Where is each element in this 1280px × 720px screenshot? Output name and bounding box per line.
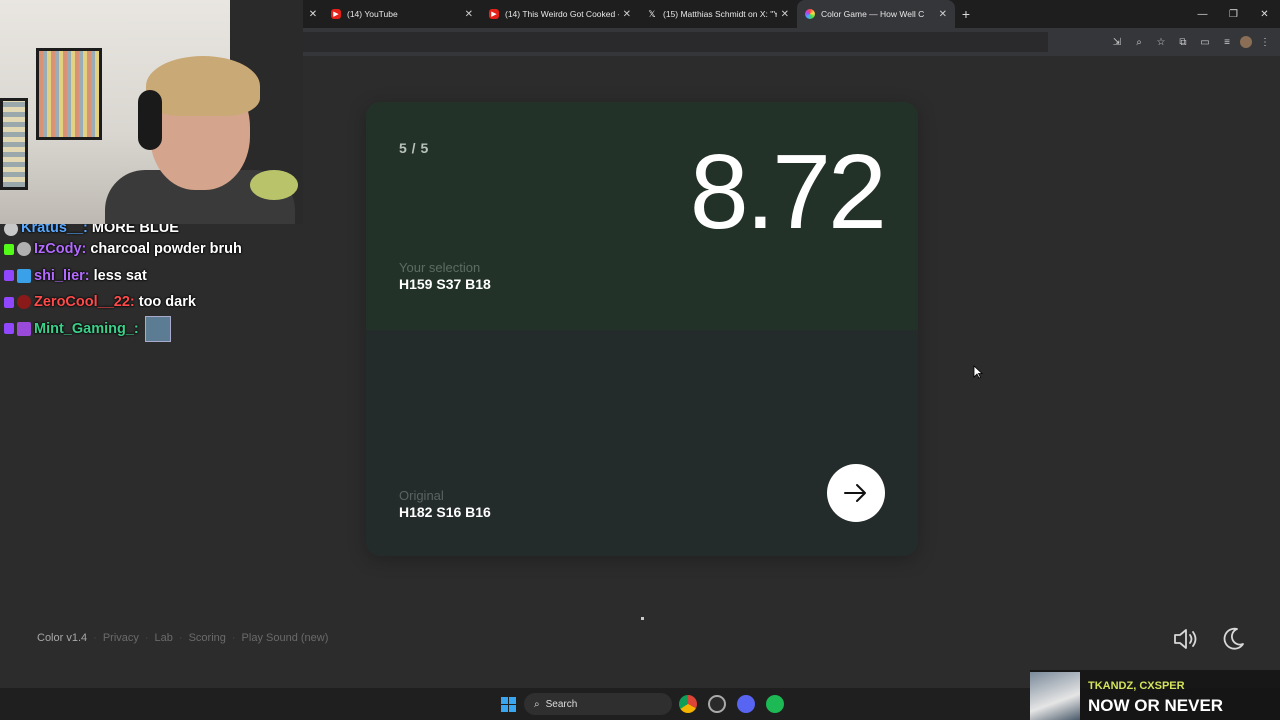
crown-badge-icon bbox=[17, 268, 31, 283]
lab-link[interactable]: Lab bbox=[155, 632, 173, 644]
round-counter: 5 / 5 bbox=[399, 140, 429, 156]
browser-toolbar: ⇲ ⌕ ☆ ⧉ ▭ ≡ ⋮ bbox=[303, 28, 1280, 56]
tab-x-post[interactable]: 𝕏 (15) Matthias Schmidt on X: "Yo ✕ bbox=[639, 0, 797, 28]
close-icon[interactable]: ✕ bbox=[623, 9, 631, 20]
tab-title: (14) This Weirdo Got Cooked - bbox=[505, 9, 619, 19]
page-footer: Color v1.4 · Privacy · Lab · Scoring · P… bbox=[37, 632, 329, 644]
media-controls-icon[interactable]: ≡ bbox=[1218, 33, 1236, 51]
chat-message: IzCody: charcoal powder bruh bbox=[4, 236, 304, 263]
restore-icon[interactable]: ❐ bbox=[1218, 0, 1249, 28]
chat-username: ZeroCool__22: bbox=[34, 294, 135, 311]
emote-image bbox=[144, 315, 171, 342]
tab-youtube[interactable]: ▶ (14) YouTube ✕ bbox=[323, 0, 481, 28]
tab-color-game[interactable]: Color Game — How Well C ✕ bbox=[797, 0, 955, 28]
close-icon[interactable]: ✕ bbox=[781, 9, 789, 20]
tab-title: (14) YouTube bbox=[347, 9, 398, 19]
windows-start-icon[interactable] bbox=[501, 697, 516, 712]
arrow-right-icon bbox=[844, 484, 866, 502]
install-app-icon[interactable]: ⇲ bbox=[1108, 33, 1126, 51]
side-panel-icon[interactable]: ▭ bbox=[1196, 33, 1214, 51]
tab-title: Color Game — How Well C bbox=[821, 9, 925, 19]
subscriber-badge-icon bbox=[17, 295, 31, 310]
version-label: Color v1.4 bbox=[37, 632, 88, 644]
selection-swatch: 5 / 5 8.72 Your selection H159 S37 B18 bbox=[366, 102, 918, 330]
speaker-icon[interactable] bbox=[1172, 626, 1200, 652]
play-sound-link[interactable]: Play Sound (new) bbox=[242, 632, 329, 644]
twitch-badge-icon bbox=[4, 296, 14, 308]
profile-avatar[interactable] bbox=[1240, 36, 1252, 48]
chat-text: less sat bbox=[93, 267, 147, 284]
obs-icon[interactable] bbox=[708, 695, 726, 713]
webcam-overlay bbox=[0, 0, 303, 224]
stream-chat: Kratus__: MORE BLUE IzCody: charcoal pow… bbox=[4, 218, 304, 342]
original-value: H182 S16 B16 bbox=[399, 504, 491, 520]
taskbar-search[interactable]: ⌕ Search bbox=[524, 693, 672, 715]
zoom-icon[interactable]: ⌕ bbox=[1130, 33, 1148, 51]
chat-text: charcoal powder bruh bbox=[90, 241, 242, 258]
chat-message: ZeroCool__22: too dark bbox=[4, 289, 304, 316]
scoring-link[interactable]: Scoring bbox=[189, 632, 226, 644]
album-art bbox=[1030, 672, 1080, 720]
chat-text: too dark bbox=[138, 294, 196, 311]
subscriber-badge-icon bbox=[17, 242, 31, 257]
close-window-icon[interactable]: ✕ bbox=[1249, 0, 1280, 28]
tab-close-icon[interactable]: ✕ bbox=[303, 9, 323, 20]
x-icon: 𝕏 bbox=[648, 8, 656, 19]
spotify-icon[interactable] bbox=[766, 695, 784, 713]
mouse-cursor-icon bbox=[973, 365, 983, 379]
browser-tab-bar: ✕ ▶ (14) YouTube ✕ ▶ (14) This Weirdo Go… bbox=[303, 0, 1280, 28]
chrome-icon[interactable] bbox=[679, 695, 697, 713]
moon-icon[interactable] bbox=[1220, 626, 1246, 652]
now-playing-artist: TKANDZ, CXSPER bbox=[1088, 680, 1185, 692]
twitch-badge-icon bbox=[4, 270, 14, 282]
minimize-icon[interactable]: — bbox=[1187, 0, 1218, 28]
loading-dot bbox=[641, 617, 644, 620]
original-swatch: Original H182 S16 B16 bbox=[366, 330, 918, 556]
kick-badge-icon bbox=[4, 243, 14, 255]
chat-username: IzCody: bbox=[34, 241, 87, 258]
next-button[interactable] bbox=[827, 464, 885, 522]
result-card: 5 / 5 8.72 Your selection H159 S37 B18 O… bbox=[366, 102, 918, 556]
youtube-icon: ▶ bbox=[489, 9, 499, 19]
extensions-icon[interactable]: ⧉ bbox=[1174, 33, 1192, 51]
tab-title: (15) Matthias Schmidt on X: "Yo bbox=[663, 9, 777, 19]
new-tab-icon[interactable]: + bbox=[955, 6, 977, 22]
selection-label: Your selection bbox=[399, 260, 481, 275]
privacy-link[interactable]: Privacy bbox=[103, 632, 139, 644]
address-bar[interactable] bbox=[303, 32, 1048, 52]
chat-message: Mint_Gaming_: bbox=[4, 315, 304, 343]
close-icon[interactable]: ✕ bbox=[465, 9, 473, 20]
menu-kebab-icon[interactable]: ⋮ bbox=[1256, 33, 1274, 51]
search-icon: ⌕ bbox=[534, 698, 540, 710]
chat-username: shi_lier: bbox=[34, 267, 90, 284]
subscriber-badge-icon bbox=[17, 321, 31, 336]
discord-icon[interactable] bbox=[737, 695, 755, 713]
now-playing-title: NOW OR NEVER bbox=[1088, 696, 1224, 715]
color-game-icon bbox=[805, 9, 815, 19]
original-label: Original bbox=[399, 488, 444, 503]
bookmark-star-icon[interactable]: ☆ bbox=[1152, 33, 1170, 51]
close-icon[interactable]: ✕ bbox=[939, 9, 947, 20]
search-label: Search bbox=[545, 698, 578, 710]
selection-value: H159 S37 B18 bbox=[399, 276, 491, 292]
chat-username: Mint_Gaming_: bbox=[34, 320, 139, 337]
window-controls: — ❐ ✕ bbox=[1187, 0, 1280, 28]
now-playing-widget: TKANDZ, CXSPER NOW OR NEVER bbox=[1030, 670, 1280, 720]
subscriber-badge-icon bbox=[4, 222, 18, 236]
chat-message: shi_lier: less sat bbox=[4, 263, 304, 290]
tab-youtube-video[interactable]: ▶ (14) This Weirdo Got Cooked - ✕ bbox=[481, 0, 639, 28]
youtube-icon: ▶ bbox=[331, 9, 341, 19]
score-value: 8.72 bbox=[689, 133, 887, 251]
twitch-badge-icon bbox=[4, 323, 14, 335]
toolbar-icons: ⇲ ⌕ ☆ ⧉ ▭ ≡ ⋮ bbox=[1108, 28, 1274, 56]
